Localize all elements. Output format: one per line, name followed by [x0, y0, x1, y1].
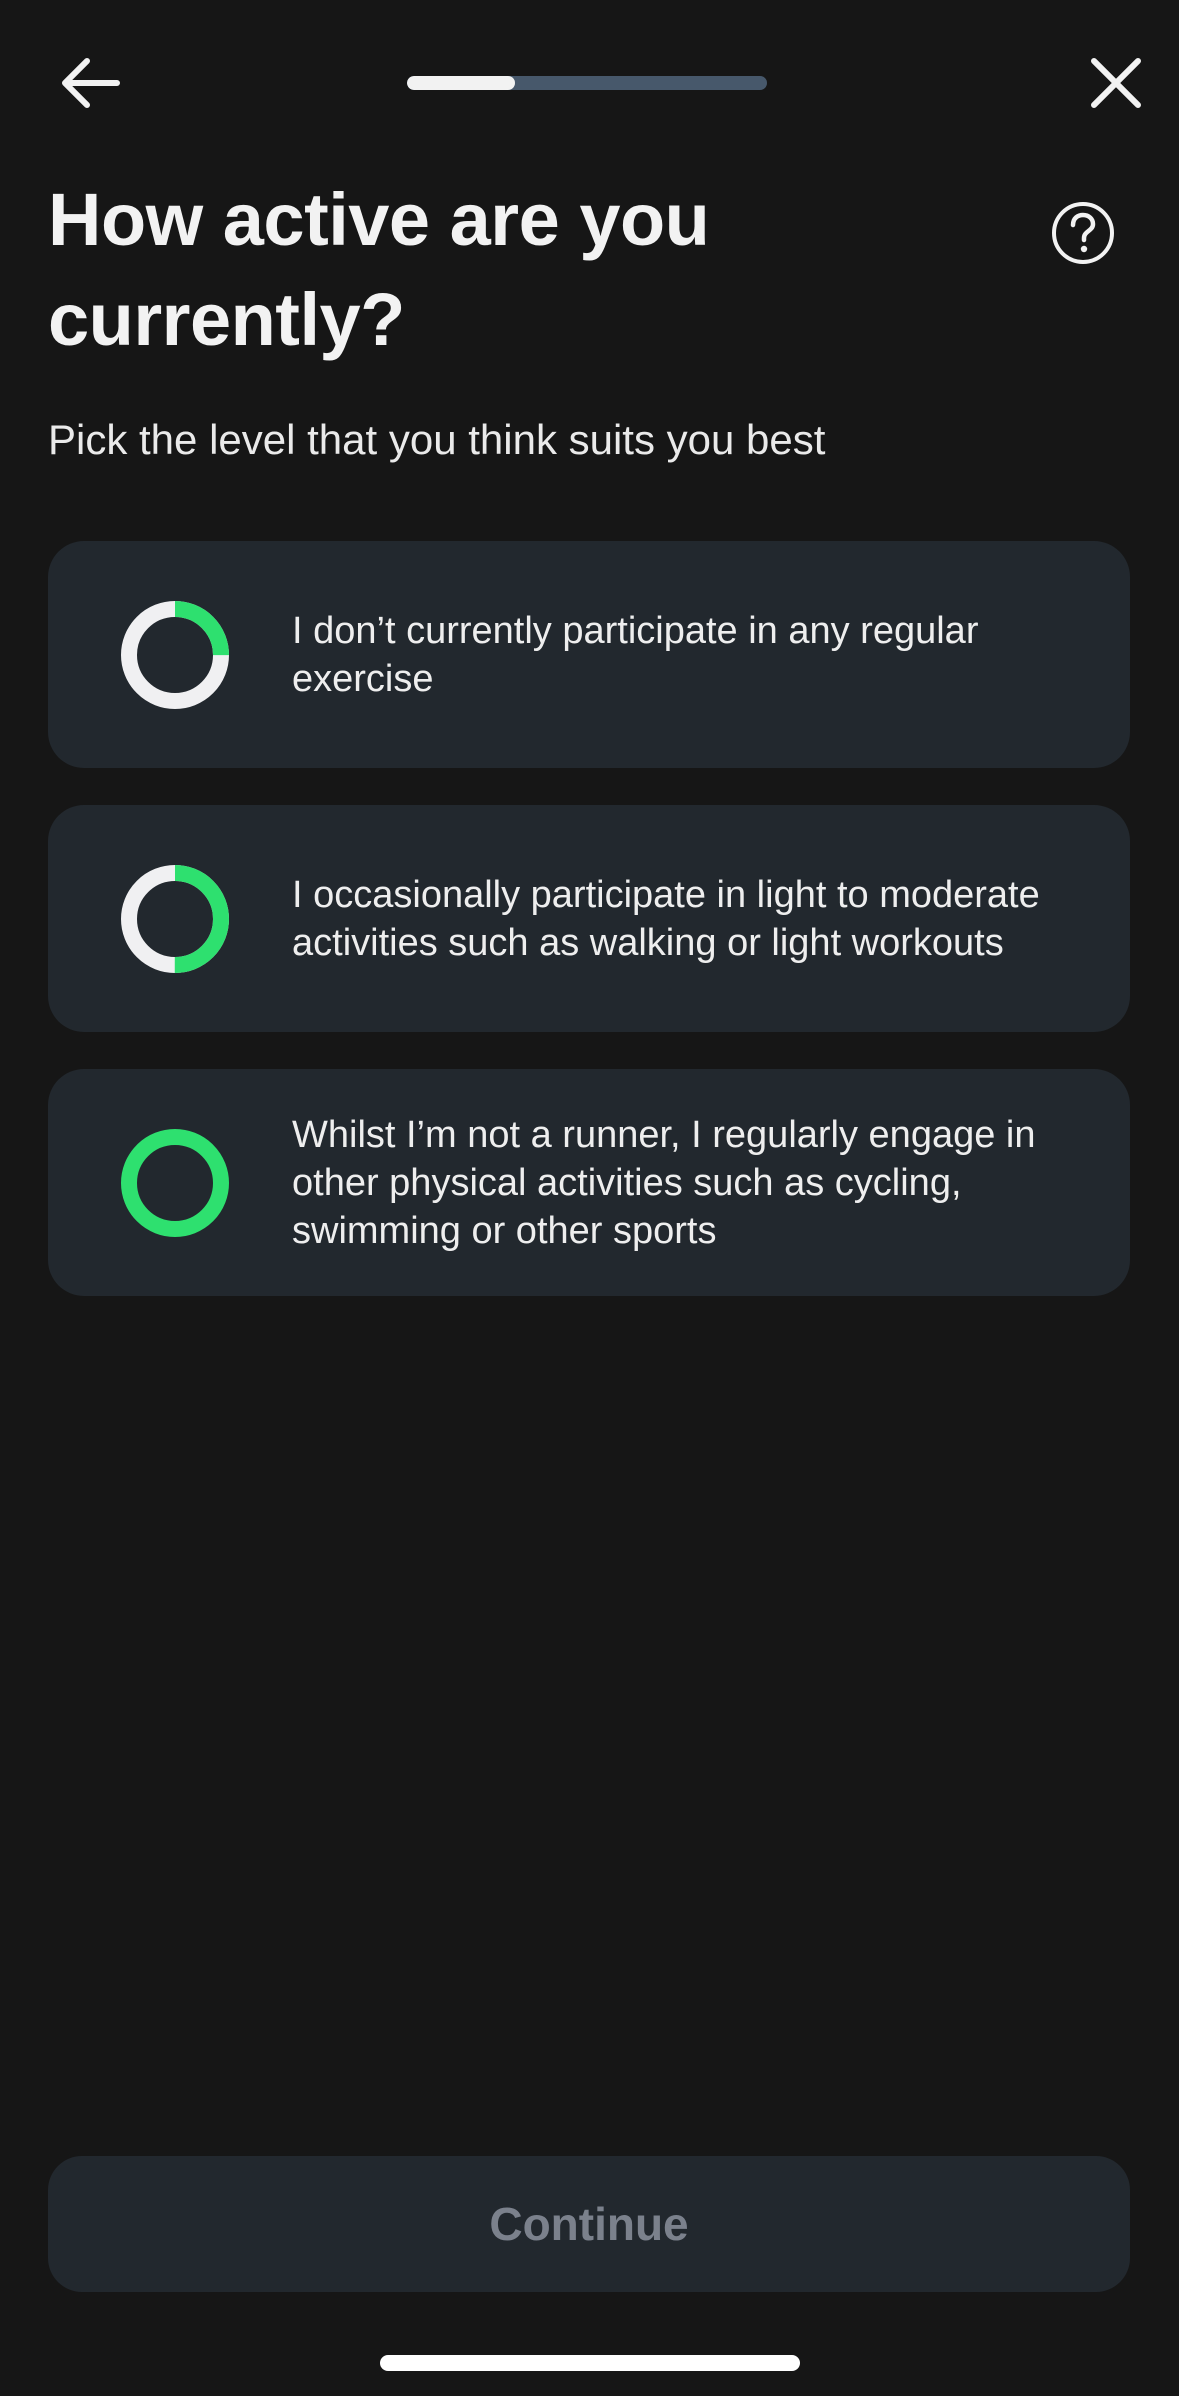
- back-button[interactable]: [40, 40, 140, 126]
- activity-level-screen: How active are you currently? Pick the l…: [0, 0, 1179, 2396]
- option-label: I don’t currently participate in any reg…: [292, 609, 979, 700]
- help-button[interactable]: [1040, 190, 1126, 276]
- progress-bar-fill: [407, 76, 515, 90]
- arrow-left-icon: [62, 58, 120, 108]
- activity-level-ring-icon: [121, 1128, 229, 1237]
- continue-button[interactable]: Continue: [48, 2156, 1130, 2292]
- option-label: Whilst I’m not a runner, I regularly eng…: [292, 1113, 1036, 1252]
- close-button[interactable]: [1066, 40, 1166, 126]
- option-card-regular[interactable]: Whilst I’m not a runner, I regularly eng…: [48, 1069, 1130, 1296]
- page-title: How active are you currently?: [48, 178, 710, 361]
- progress-bar: [407, 76, 767, 90]
- question-circle-icon: [1052, 202, 1114, 264]
- home-indicator: [380, 2355, 800, 2371]
- page-subtitle: Pick the level that you think suits you …: [48, 416, 826, 463]
- option-card-occasional[interactable]: I occasionally participate in light to m…: [48, 805, 1130, 1032]
- activity-options-list: I don’t currently participate in any reg…: [48, 541, 1130, 1333]
- activity-level-ring-icon: [121, 600, 229, 709]
- activity-level-ring-icon: [121, 864, 229, 973]
- close-icon: [1091, 58, 1141, 108]
- option-card-none[interactable]: I don’t currently participate in any reg…: [48, 541, 1130, 768]
- option-label: I occasionally participate in light to m…: [292, 873, 1040, 964]
